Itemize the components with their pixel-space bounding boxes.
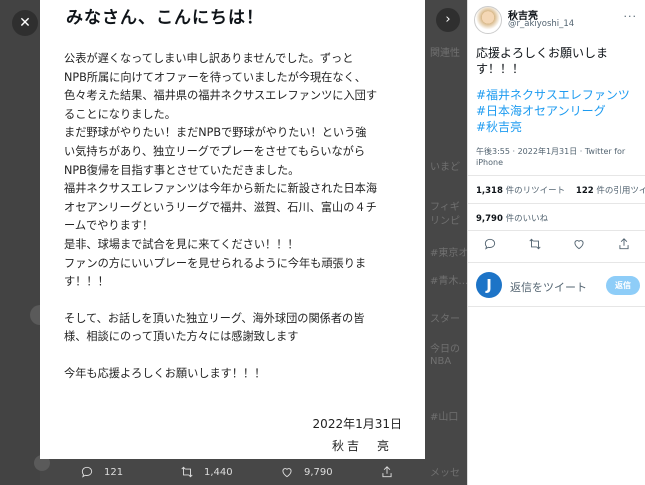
tweet-timestamp[interactable]: 午後3:55 · 2022年1月31日 · Twitter for iPhone: [476, 146, 645, 168]
retweet-icon[interactable]: [528, 237, 542, 251]
backdrop-text: #山口: [430, 412, 459, 423]
hashtag-link[interactable]: #日本海オセアンリーグ: [476, 103, 645, 119]
backdrop-text: リンピ: [430, 216, 460, 227]
retweet-icon: [181, 466, 193, 478]
quotes-label[interactable]: 件の引用ツイー: [596, 186, 645, 196]
image-paragraph: 今年も応援よろしくお願いします！！！: [64, 366, 266, 380]
tweet-stats: 1,318 件のリツイート 122 件の引用ツイー: [476, 184, 645, 196]
backdrop-text: メッセ: [430, 468, 460, 479]
like-button[interactable]: 9,790: [240, 465, 340, 479]
like-count: 9,790: [304, 466, 333, 478]
retweet-count: 1,440: [204, 466, 233, 478]
image-title: みなさん、こんにちは！: [66, 8, 264, 28]
hashtag-link[interactable]: #福井ネクサスエレファンツ: [476, 87, 645, 103]
quotes-count[interactable]: 122: [576, 186, 594, 196]
user-handle[interactable]: @r_akiyoshi_14: [508, 19, 574, 29]
heart-icon[interactable]: [572, 237, 586, 251]
reply-input[interactable]: 返信をツイート: [510, 279, 587, 295]
more-icon[interactable]: ···: [624, 10, 638, 23]
reply-icon[interactable]: [483, 237, 497, 251]
divider: [468, 203, 645, 204]
backdrop-text: 関連性: [430, 48, 460, 59]
backdrop-text: #東京オ: [430, 248, 469, 259]
tweet-text: 応援よろしくお願いしま す！！！: [476, 46, 609, 76]
likes-label[interactable]: 件のいいね: [506, 214, 549, 224]
hashtag-list: #福井ネクサスエレファンツ #日本海オセアンリーグ #秋吉亮: [476, 87, 645, 135]
divider: [468, 262, 645, 263]
reply-count: 121: [104, 466, 124, 478]
image-signature: 秋吉 亮: [332, 439, 393, 453]
divider: [468, 230, 645, 231]
reply-submit-button[interactable]: 返信: [606, 276, 640, 295]
retweets-label[interactable]: 件のリツイート: [506, 186, 566, 196]
image-paragraph: 公表が遅くなってしまい申し訳ありませんでした。ずっと NPB所属に向けてオファー…: [64, 52, 378, 289]
viewer-action-bar: 121 1,440 9,790: [40, 459, 428, 485]
backdrop-text: #青木…: [430, 276, 469, 287]
likes-count[interactable]: 9,790: [476, 214, 503, 224]
share-icon[interactable]: [617, 237, 631, 251]
image-paragraph: そして、お話しを頂いた独立リーグ、海外球団の関係者の皆 様、相談にのって頂いた方…: [64, 311, 365, 344]
backdrop-left-column: [0, 0, 40, 485]
reply-button[interactable]: 121: [40, 465, 140, 479]
backdrop-text: スター: [430, 314, 460, 325]
reply-icon: [81, 466, 93, 478]
chevron-right-icon[interactable]: ›: [436, 8, 460, 32]
close-icon[interactable]: ✕: [12, 10, 38, 36]
current-user-avatar[interactable]: J: [476, 272, 502, 298]
image-date: 2022年1月31日: [312, 417, 402, 431]
tweet-panel: 秋吉亮 @r_akiyoshi_14 ··· 応援よろしくお願いしま す！！！ …: [467, 0, 645, 485]
hashtag-link[interactable]: #秋吉亮: [476, 119, 645, 135]
retweets-count[interactable]: 1,318: [476, 186, 503, 196]
avatar[interactable]: [474, 6, 502, 34]
heart-icon: [282, 468, 292, 478]
divider: [468, 306, 645, 307]
backdrop-text: フィギ: [430, 202, 460, 213]
backdrop-text: いまど: [430, 162, 460, 173]
backdrop-text: NBA: [430, 356, 452, 367]
divider: [468, 175, 645, 176]
retweet-button[interactable]: 1,440: [140, 465, 240, 479]
tweet-actions: [468, 237, 645, 251]
share-button[interactable]: [340, 465, 400, 479]
attached-image: みなさん、こんにちは！ 公表が遅くなってしまい申し訳ありませんでした。ずっと N…: [40, 0, 425, 459]
image-body: 公表が遅くなってしまい申し訳ありませんでした。ずっと NPB所属に向けてオファー…: [64, 50, 419, 384]
likes-stats: 9,790 件のいいね: [476, 212, 548, 224]
backdrop-text: 今日の: [430, 344, 460, 355]
share-icon: [382, 466, 392, 478]
